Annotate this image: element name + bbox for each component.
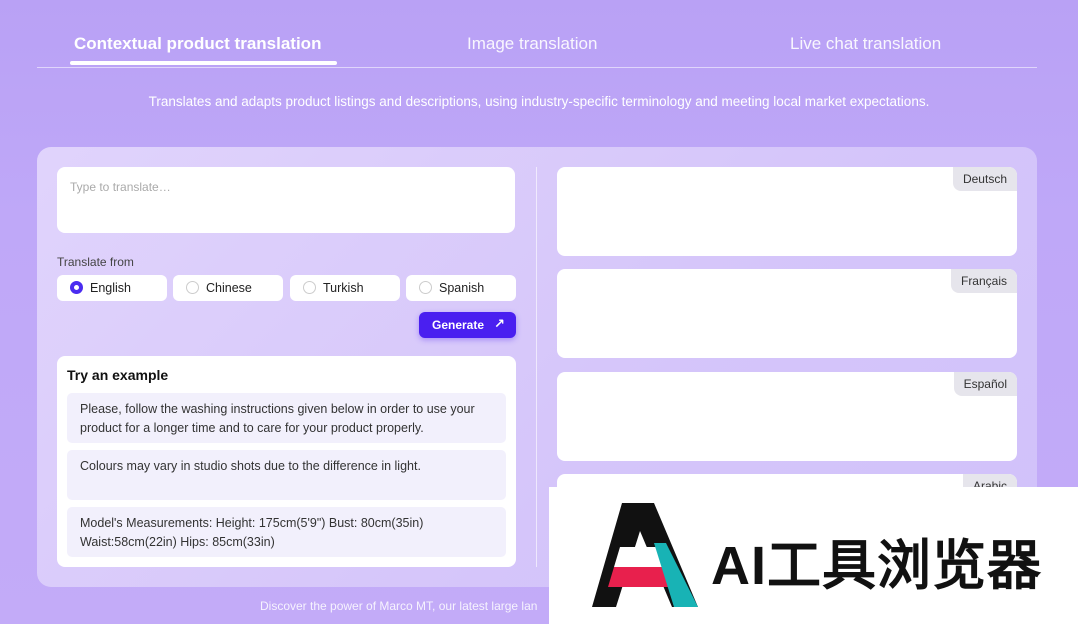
output-language-tag: Français — [950, 269, 1017, 293]
output-deutsch[interactable]: Deutsch — [557, 167, 1017, 256]
language-option-chinese[interactable]: Chinese — [173, 275, 283, 301]
translate-input[interactable]: Type to translate… — [57, 167, 515, 233]
language-option-label: Chinese — [206, 281, 252, 295]
language-option-turkish[interactable]: Turkish — [290, 275, 400, 301]
tab-live-chat-translation[interactable]: Live chat translation — [790, 34, 941, 54]
active-tab-indicator — [70, 61, 337, 65]
output-espanol[interactable]: Español — [557, 372, 1017, 461]
output-language-tag: Deutsch — [952, 167, 1017, 191]
tab-bar: Contextual product translation Image tra… — [37, 30, 1037, 68]
panel-divider — [536, 167, 537, 567]
tab-contextual-product-translation[interactable]: Contextual product translation — [74, 34, 321, 54]
language-option-label: Spanish — [439, 281, 485, 295]
radio-icon — [186, 281, 199, 294]
watermark-text: AI工具浏览器 — [711, 536, 1042, 596]
radio-icon — [303, 281, 316, 294]
examples-heading: Try an example — [67, 367, 169, 383]
example-text: Please, follow the washing instructions … — [80, 402, 475, 435]
language-option-english[interactable]: English — [57, 275, 167, 301]
generate-button[interactable]: Generate ↗ — [419, 312, 516, 338]
example-item[interactable]: Please, follow the washing instructions … — [67, 393, 506, 443]
radio-icon — [419, 281, 432, 294]
language-option-spanish[interactable]: Spanish — [406, 275, 516, 301]
output-language-tag: Español — [953, 372, 1017, 396]
examples-panel: Try an example Please, follow the washin… — [57, 356, 516, 567]
footer-text: Discover the power of Marco MT, our late… — [260, 599, 538, 613]
radio-selected-icon — [70, 281, 83, 294]
arrow-up-right-icon: ↗ — [494, 316, 505, 331]
watermark-overlay: AI工具浏览器 — [549, 487, 1078, 624]
language-option-label: English — [90, 281, 131, 295]
example-item[interactable]: Model's Measurements: Height: 175cm(5'9"… — [67, 507, 506, 557]
example-text: Model's Measurements: Height: 175cm(5'9"… — [80, 516, 424, 549]
example-item[interactable]: Colours may vary in studio shots due to … — [67, 450, 506, 500]
output-francais[interactable]: Français — [557, 269, 1017, 358]
language-option-label: Turkish — [323, 281, 364, 295]
generate-button-label: Generate — [432, 318, 485, 332]
example-text: Colours may vary in studio shots due to … — [80, 459, 421, 473]
translate-from-label: Translate from — [57, 255, 134, 269]
tab-image-translation[interactable]: Image translation — [467, 34, 597, 54]
feature-description: Translates and adapts product listings a… — [148, 94, 930, 109]
ai-tools-logo-icon — [592, 503, 698, 607]
translate-input-placeholder: Type to translate… — [70, 180, 171, 194]
